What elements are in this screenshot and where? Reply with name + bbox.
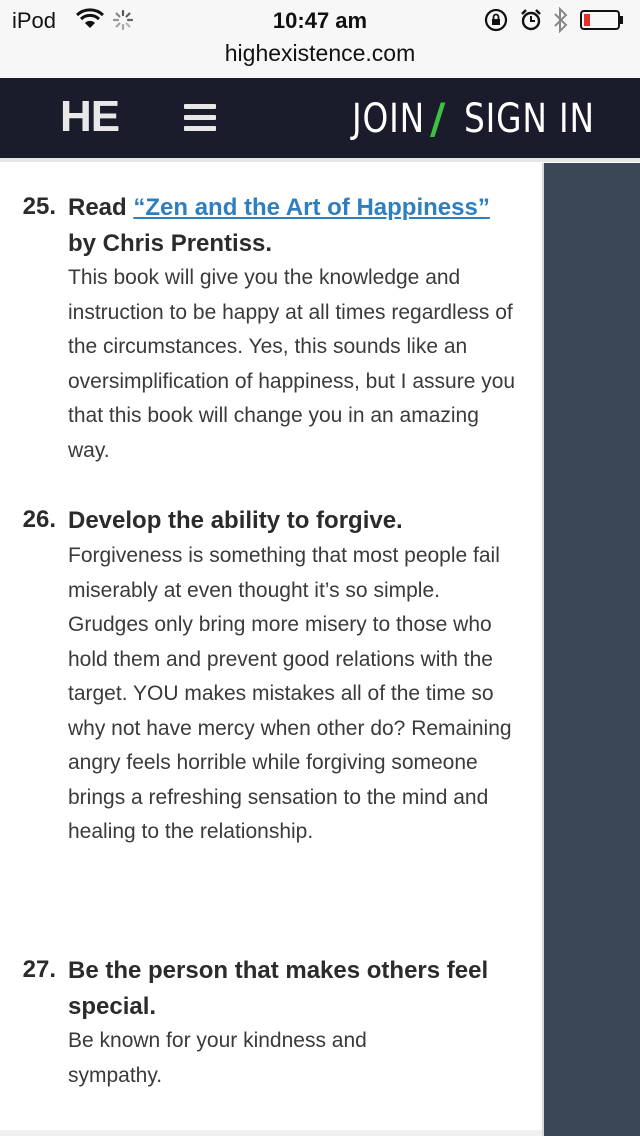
title-suffix: by Chris Prentiss. (68, 230, 273, 257)
sidebar-panel (542, 163, 640, 1136)
join-link[interactable]: JOIN (352, 96, 425, 142)
book-link[interactable]: “Zen and the Art of Happiness” (133, 194, 489, 221)
item-title: Read “Zen and the Art of Happiness” by C… (68, 190, 518, 262)
item-title: Develop the ability to forgive. (68, 507, 403, 534)
item-body: Forgiveness is something that most peopl… (68, 544, 512, 843)
site-logo[interactable]: HE (60, 92, 120, 142)
bluetooth-icon (554, 6, 568, 34)
clock: 10:47 am (272, 8, 368, 33)
item-number: 26. (22, 506, 56, 533)
item-number: 27. (22, 956, 56, 983)
status-bar: iPod 10:47 am (0, 0, 640, 40)
battery-icon (580, 10, 623, 30)
title-prefix: Read (68, 194, 134, 221)
site-header: HE JOIN / SIGN IN (0, 78, 640, 162)
menu-icon[interactable] (184, 104, 216, 132)
item-body: Be known for your kindness and sympathy. (68, 1029, 367, 1087)
item-body: This book will give you the knowledge an… (68, 266, 516, 462)
nav-separator: / (430, 94, 446, 143)
item-number: 25. (22, 193, 56, 220)
page-bottom-edge (0, 1130, 542, 1136)
rotation-lock-icon (484, 8, 508, 32)
alarm-icon (521, 9, 541, 31)
item-title: Be the person that makes others feel spe… (68, 957, 489, 1020)
address-bar[interactable]: highexistence.com (0, 40, 640, 117)
url-text[interactable]: highexistence.com (0, 40, 640, 67)
sign-in-link[interactable]: SIGN IN (464, 96, 595, 142)
